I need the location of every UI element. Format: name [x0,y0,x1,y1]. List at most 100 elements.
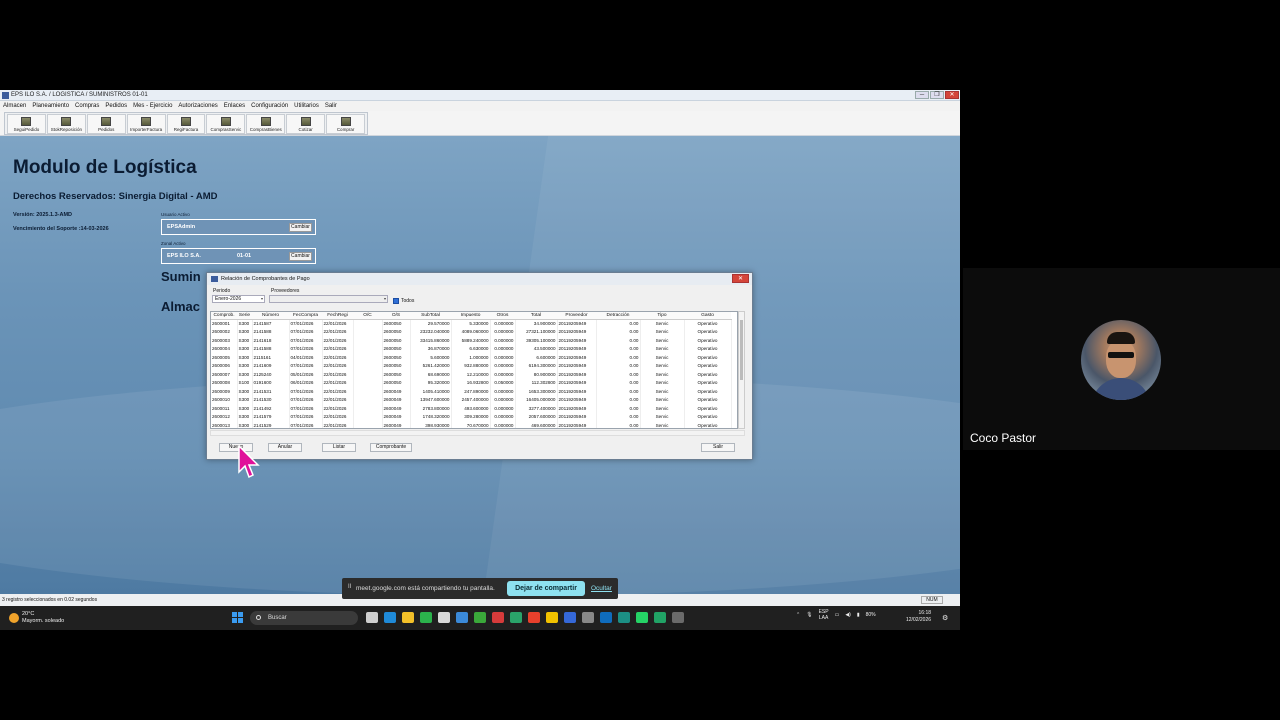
column-header[interactable]: Total [515,312,557,320]
menu-enlaces[interactable]: Enlaces [221,101,248,111]
menu-pedidos[interactable]: Pedidos [102,101,130,111]
taskbar-app-icon[interactable] [366,612,378,623]
table-row[interactable]: 2600001 S300 2141587 07/01/2026 22/01/2026 26… [211,319,732,328]
horizontal-scrollbar[interactable] [210,430,745,436]
microphone-icon[interactable]: 🎙 [806,612,812,618]
volume-icon[interactable]: ◀) [845,612,851,618]
table-cell: 0.000000 [490,404,516,413]
column-header[interactable]: Impuesto [451,312,490,320]
windows-start-icon[interactable] [232,612,243,623]
menu-utilitarios[interactable]: Utilitarios [291,101,322,111]
table-row[interactable]: 2600007 S300 2125240 05/01/2026 22/01/2026 26… [211,370,732,379]
change-zone-button[interactable]: Cambiar [289,252,312,261]
periodo-select[interactable]: Enero-2026 ▾ [212,295,265,303]
taskbar-app-icon[interactable] [384,612,396,623]
column-header[interactable]: Detracción [596,312,640,320]
close-button[interactable]: ✕ [945,91,959,99]
change-user-button[interactable]: Cambiar [289,223,312,232]
column-header[interactable]: Número [252,312,289,320]
chevron-up-icon[interactable]: ⌃ [796,612,800,618]
column-header[interactable]: O/C [353,312,382,320]
column-header[interactable]: FecCompra [289,312,322,320]
taskbar-app-icon[interactable] [600,612,612,623]
vertical-scrollbar[interactable] [738,311,745,429]
gear-icon[interactable]: ⚙ [942,614,948,622]
salir-button[interactable]: Salir [701,443,735,452]
tool-cotizar[interactable]: Cotizar [286,114,326,134]
column-header[interactable]: Proveedor [557,312,596,320]
taskbar-app-icon[interactable] [492,612,504,623]
taskbar-app-icon[interactable] [636,612,648,623]
system-clock[interactable]: 16:18 12/02/2026 [906,610,931,624]
battery-icon[interactable]: ▮ [857,612,860,618]
column-header[interactable]: Otros [490,312,515,320]
table-row[interactable]: 2600011 S300 2141492 07/01/2026 22/01/2026 26… [211,404,732,413]
menu-almacen[interactable]: Almacen [0,101,29,111]
taskbar-app-icon[interactable] [402,612,414,623]
menu-mes-ejercicio[interactable]: Mes - Ejercicio [130,101,175,111]
table-row[interactable]: 2600004 S300 2141588 07/01/2026 22/01/2026 26… [211,344,732,353]
table-row[interactable]: 2600013 S300 2141529 07/01/2026 22/01/2026 26… [211,421,732,428]
column-header[interactable]: FechRegi [322,312,353,320]
menu-autorizaciones[interactable]: Autorizaciones [175,101,220,111]
table-row[interactable]: 2600008 S100 0191600 06/01/2026 22/01/2026 26… [211,378,732,387]
tool-compras-servic[interactable]: ComprasServic [206,114,246,134]
comprobantes-grid[interactable]: Comprob. Serie Número FecCompra FechRegi O/C O… [210,311,738,429]
menu-salir[interactable]: Salir [322,101,340,111]
table-row[interactable]: 2600002 S300 2141588 07/01/2026 22/01/2026 26… [211,327,732,336]
weather-widget[interactable]: 20°C Mayorm. soleado [9,611,64,625]
taskbar-app-icon[interactable] [438,612,450,623]
menu-configuracion[interactable]: Configuración [248,101,291,111]
taskbar-app-icon[interactable] [654,612,666,623]
hide-banner-link[interactable]: Ocultar [591,585,612,592]
table-cell: 2600049 [382,395,411,404]
table-row[interactable]: 2600012 S300 2141579 07/01/2026 22/01/2026 26… [211,412,732,421]
column-header[interactable]: Serie [237,312,252,320]
menu-compras[interactable]: Compras [72,101,102,111]
table-cell: Servic [640,327,685,336]
taskbar-app-icon[interactable] [474,612,486,623]
tool-regi-factura[interactable]: RegiFactura [166,114,206,134]
taskbar-app-icon[interactable] [528,612,540,623]
minimize-button[interactable]: ─ [915,91,929,99]
taskbar-search[interactable]: Buscar [250,611,358,625]
stop-sharing-button[interactable]: Dejar de compartir [507,581,585,596]
menu-planeamiento[interactable]: Planeamiento [29,101,72,111]
taskbar-app-icon[interactable] [564,612,576,623]
tool-pedidos[interactable]: Pedidos [86,114,126,134]
column-header[interactable]: Tipo [640,312,684,320]
anular-button[interactable]: Anular [268,443,302,452]
taskbar-app-icon[interactable] [510,612,522,623]
table-row[interactable]: 2600005 S300 2115161 04/01/2026 22/01/2026 26… [211,353,732,362]
table-row[interactable]: 2600006 S300 2141609 07/01/2026 22/01/2026 26… [211,361,732,370]
listar-button[interactable]: Listar [322,443,356,452]
column-header[interactable]: SubTotal [410,312,451,320]
table-row[interactable]: 2600009 S300 2141531 07/01/2026 22/01/2026 26… [211,387,732,396]
column-header[interactable]: O/S [382,312,410,320]
tool-compras-bienes[interactable]: ComprasBienes [246,114,286,134]
network-icon[interactable]: ▭ [835,612,840,618]
proveedores-select[interactable]: ▾ [269,295,388,303]
table-row[interactable]: 2600010 S300 2141530 07/01/2026 22/01/2026 26… [211,395,732,404]
maximize-button[interactable]: ❐ [930,91,944,99]
column-header[interactable]: Gasto [684,312,731,320]
tool-comprar[interactable]: Comprar [326,114,366,134]
taskbar-app-icon[interactable] [582,612,594,623]
tool-importer-factura[interactable]: ImporterFactura [126,114,166,134]
dialog-close-button[interactable]: ✕ [732,274,749,283]
taskbar-app-icon[interactable] [456,612,468,623]
taskbar-app-icon[interactable] [618,612,630,623]
scroll-thumb[interactable] [740,320,743,380]
language-indicator[interactable]: ESP LAA [819,609,829,621]
taskbar-app-icon[interactable] [420,612,432,623]
comprobante-button[interactable]: Comprobante [370,443,412,452]
taskbar-app-icon[interactable] [672,612,684,623]
table-cell: 2457.400000 [451,395,491,404]
column-header[interactable]: Comprob. [211,312,237,320]
weather-desc: Mayorm. soleado [22,618,65,624]
tool-segui-pedido[interactable]: SeguiPedido [7,114,46,134]
table-row[interactable]: 2600003 S300 2141618 07/01/2026 22/01/2026 26… [211,336,732,345]
tool-stok-reposicion[interactable]: StokReposición [46,114,86,134]
taskbar-app-icon[interactable] [546,612,558,623]
todos-checkbox[interactable]: Todos [393,298,414,304]
